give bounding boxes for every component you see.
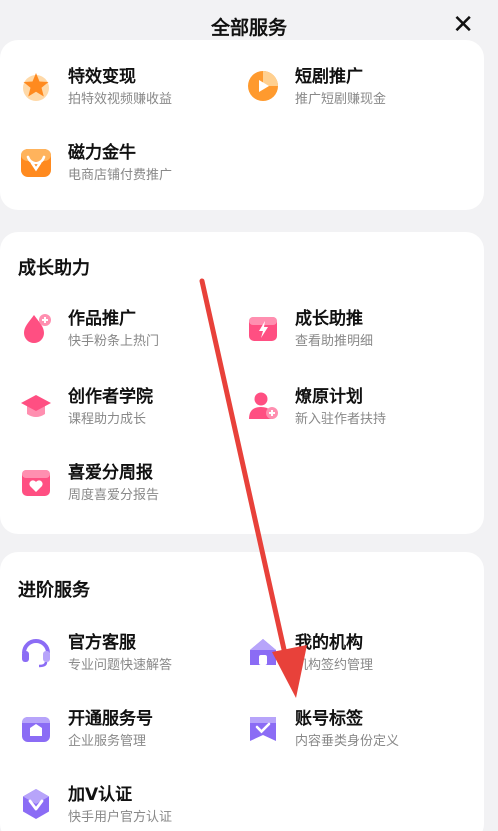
service-desc: 周度喜爱分报告 [68, 488, 160, 503]
service-name: 短剧推广 [295, 67, 363, 87]
service-desc: 查看助推明细 [295, 334, 374, 349]
shop-icon [18, 710, 54, 746]
calendar-heart-icon [18, 464, 54, 500]
service-desc: 快手用户官方认证 [68, 810, 173, 825]
service-name: 我的机构 [295, 633, 363, 653]
play-icon [245, 68, 281, 104]
graduation-cap-icon [18, 388, 54, 424]
v-badge-icon [18, 786, 54, 822]
section-card-top: 特效变现 拍特效视频赚收益 短剧推广 推广短剧赚现金 磁力金牛 电商店铺付费推广 [0, 40, 484, 210]
service-item-my-organization[interactable]: 我的机构 机构签约管理 [245, 628, 465, 684]
service-item-service-account[interactable]: 开通服务号 企业服务管理 [18, 704, 238, 760]
service-item-growth-boost[interactable]: 成长助推 查看助推明细 [245, 304, 465, 360]
section-title: 成长助力 [18, 258, 90, 279]
service-name: 开通服务号 [68, 709, 153, 729]
service-name: 创作者学院 [68, 387, 153, 407]
service-item-v-verification[interactable]: 加V认证 快手用户官方认证 [18, 780, 238, 831]
tag-check-icon [245, 710, 281, 746]
service-desc: 推广短剧赚现金 [295, 92, 387, 107]
service-name: 加V认证 [68, 785, 133, 805]
service-name: 作品推广 [68, 309, 136, 329]
service-name: 特效变现 [68, 67, 136, 87]
section-card-growth: 成长助力 作品推广 快手粉条上热门 成长助推 查看助推明细 创作者学院 课程助力… [0, 232, 484, 534]
page-title: 全部服务 [210, 16, 287, 39]
user-plus-icon [245, 388, 281, 424]
lightning-ticket-icon [245, 310, 281, 346]
close-icon[interactable]: ✕ [452, 10, 474, 40]
service-name: 官方客服 [68, 633, 136, 653]
service-desc: 专业问题快速解答 [68, 658, 173, 673]
service-name: 喜爱分周报 [68, 463, 153, 483]
service-name: 燎原计划 [295, 387, 363, 407]
service-item-works-promotion[interactable]: 作品推广 快手粉条上热门 [18, 304, 238, 360]
service-desc: 电商店铺付费推广 [68, 168, 173, 183]
service-item-customer-service[interactable]: 官方客服 专业问题快速解答 [18, 628, 238, 684]
section-card-advanced: 进阶服务 官方客服 专业问题快速解答 我的机构 机构签约管理 开通服务号 企业服… [0, 552, 484, 831]
service-desc: 企业服务管理 [68, 734, 147, 749]
headset-icon [18, 634, 54, 670]
service-name: 账号标签 [295, 709, 363, 729]
house-icon [245, 634, 281, 670]
service-desc: 快手粉条上热门 [68, 334, 160, 349]
bull-icon [18, 144, 54, 180]
service-desc: 机构签约管理 [295, 658, 374, 673]
section-title: 进阶服务 [18, 580, 90, 601]
service-item-weekly-report[interactable]: 喜爱分周报 周度喜爱分报告 [18, 458, 238, 514]
service-item-drama-promotion[interactable]: 短剧推广 推广短剧赚现金 [245, 62, 465, 118]
service-item-liaoyuan-plan[interactable]: 燎原计划 新入驻作者扶持 [245, 382, 465, 438]
service-item-account-tags[interactable]: 账号标签 内容垂类身份定义 [245, 704, 465, 760]
service-desc: 课程助力成长 [68, 412, 147, 427]
service-desc: 拍特效视频赚收益 [68, 92, 173, 107]
star-icon [18, 68, 54, 104]
service-item-magnetic-bull[interactable]: 磁力金牛 电商店铺付费推广 [18, 138, 238, 194]
service-desc: 内容垂类身份定义 [295, 734, 400, 749]
service-desc: 新入驻作者扶持 [295, 412, 387, 427]
service-item-creator-academy[interactable]: 创作者学院 课程助力成长 [18, 382, 238, 438]
service-name: 磁力金牛 [68, 143, 136, 163]
flame-plus-icon [18, 310, 54, 346]
service-item-effects-monetize[interactable]: 特效变现 拍特效视频赚收益 [18, 62, 238, 118]
service-name: 成长助推 [295, 309, 363, 329]
